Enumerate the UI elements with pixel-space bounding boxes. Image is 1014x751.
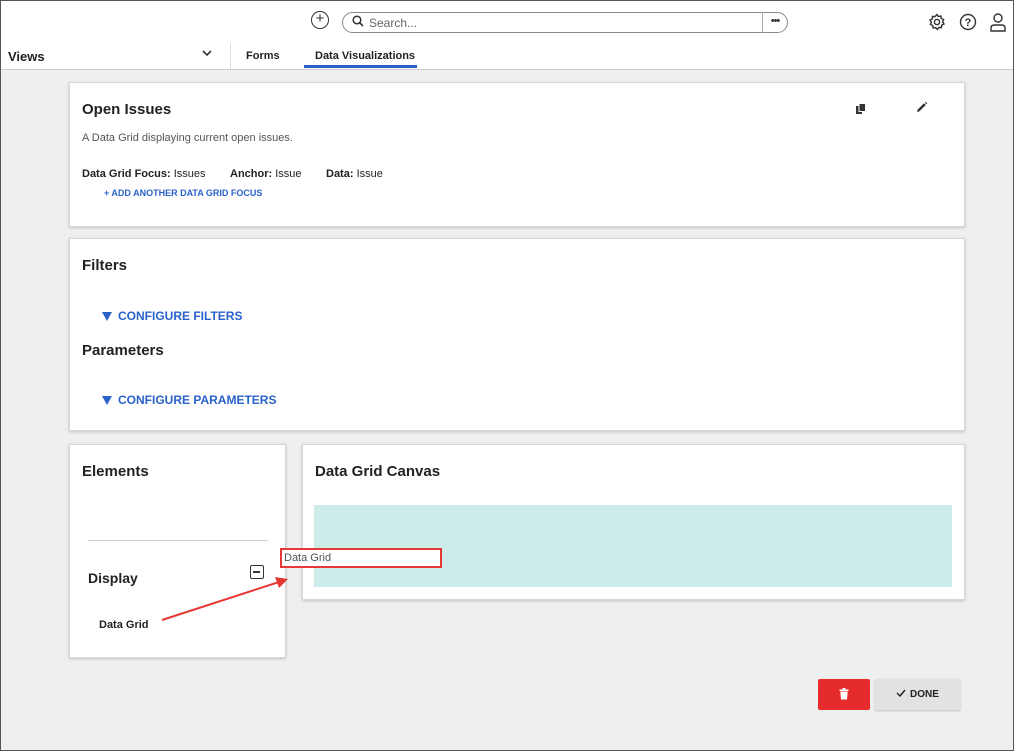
- done-button[interactable]: DONE: [875, 679, 960, 710]
- delete-button[interactable]: [818, 679, 870, 710]
- check-icon: [896, 689, 906, 698]
- app-window: + ••• ?: [0, 0, 1014, 751]
- trash-icon: [839, 688, 849, 700]
- drag-arrow: [161, 577, 288, 621]
